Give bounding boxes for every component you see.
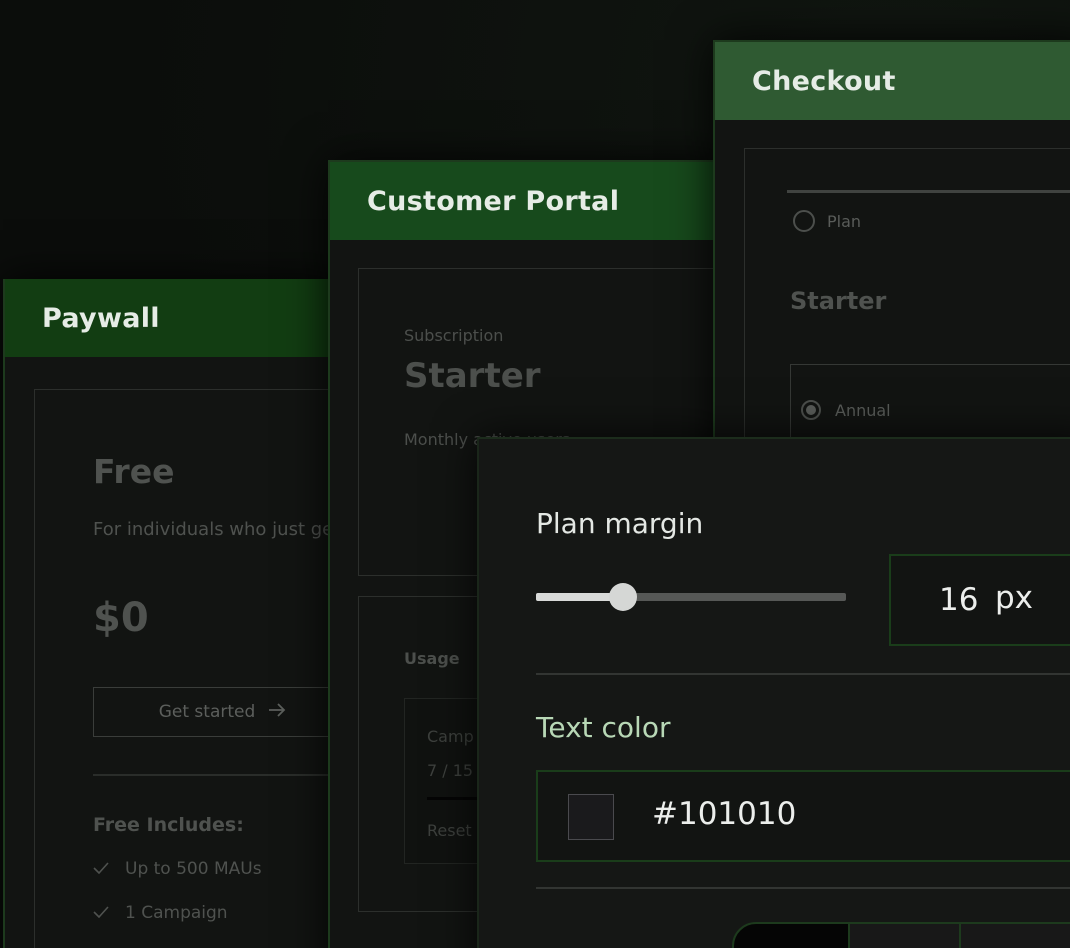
plan-radio-label: Plan xyxy=(827,211,862,231)
text-color-hex: #101010 xyxy=(652,796,797,832)
divider xyxy=(787,190,1070,193)
subscription-plan-name: Starter xyxy=(404,356,541,396)
paywall-card: Paywall Free For individuals who just ge… xyxy=(3,279,343,948)
plan-margin-slider[interactable] xyxy=(536,583,846,611)
color-swatch[interactable] xyxy=(568,794,614,840)
plan-description: For individuals who just get started. xyxy=(93,519,343,540)
segment-option[interactable] xyxy=(732,922,852,948)
subscription-label: Subscription xyxy=(404,326,504,345)
annual-label: Annual xyxy=(835,400,891,420)
plan-margin-value: 16 xyxy=(939,582,979,618)
plan-radio[interactable]: Plan xyxy=(793,210,861,232)
paywall-header: Paywall xyxy=(5,279,343,357)
arrow-right-icon xyxy=(267,702,287,723)
plan-name: Free xyxy=(93,452,175,491)
annual-radio[interactable]: Annual xyxy=(801,400,891,420)
segment-option[interactable] xyxy=(959,922,1070,948)
includes-title: Free Includes: xyxy=(93,814,244,836)
plan-price: $0 xyxy=(93,595,149,641)
feature-item: 1 Campaign xyxy=(93,903,228,923)
divider xyxy=(536,673,1070,675)
portal-header: Customer Portal xyxy=(330,162,726,240)
paywall-plan-box: Free For individuals who just get starte… xyxy=(34,389,343,948)
segment-option[interactable] xyxy=(848,922,962,948)
divider xyxy=(536,887,1070,889)
divider xyxy=(93,774,343,776)
usage-label: Usage xyxy=(404,649,460,668)
get-started-label: Get started xyxy=(158,702,256,722)
get-started-button[interactable]: Get started xyxy=(93,687,343,737)
plan-margin-unit: px xyxy=(995,580,1034,616)
check-icon xyxy=(93,903,109,923)
text-color-label: Text color xyxy=(536,711,671,744)
reset-label: Reset xyxy=(427,821,472,840)
plan-margin-label: Plan margin xyxy=(536,507,704,540)
radio-selected-icon xyxy=(801,400,821,420)
plan-margin-input[interactable]: 16 px xyxy=(889,554,1070,646)
campaign-count: 7 / 15 xyxy=(427,761,474,780)
style-settings-panel: Plan margin 16 px Text color #101010 xyxy=(477,437,1070,948)
slider-thumb[interactable] xyxy=(608,583,637,611)
check-icon xyxy=(93,859,109,879)
feature-item: Up to 500 MAUs xyxy=(93,859,262,879)
radio-icon xyxy=(793,210,815,232)
feature-label: Up to 500 MAUs xyxy=(125,859,262,879)
checkout-header: Checkout xyxy=(715,42,1070,120)
campaign-label: Camp xyxy=(427,727,474,746)
checkout-plan-name: Starter xyxy=(790,287,887,315)
text-color-input[interactable]: #101010 xyxy=(536,770,1070,862)
feature-label: 1 Campaign xyxy=(125,903,228,923)
